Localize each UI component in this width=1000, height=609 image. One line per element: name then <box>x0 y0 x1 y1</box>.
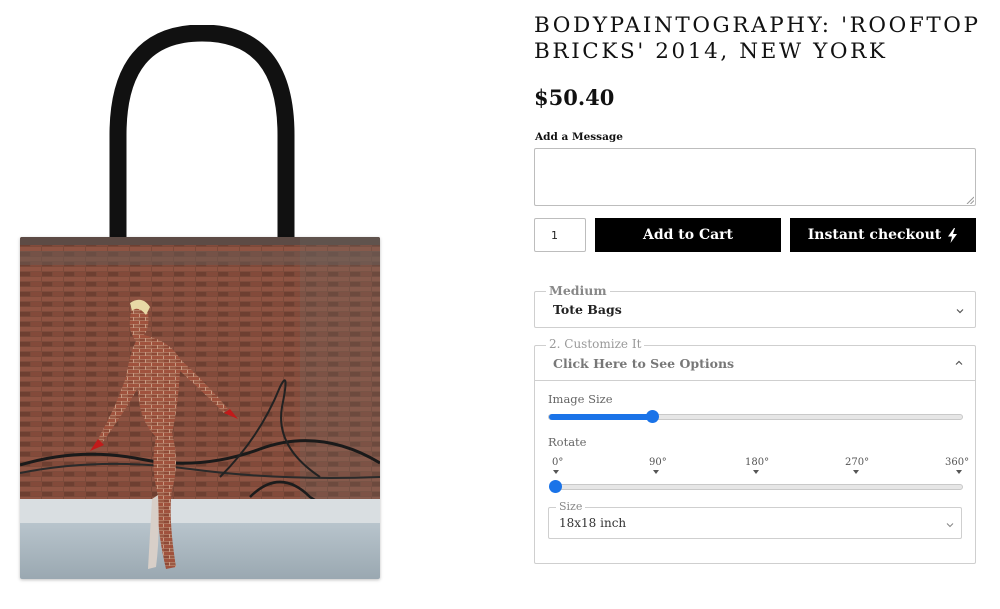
instant-checkout-button[interactable]: Instant checkout <box>790 218 976 252</box>
image-size-slider-thumb[interactable] <box>646 410 659 423</box>
image-size-slider-fill <box>549 414 655 420</box>
image-size-label: Image Size <box>548 392 613 406</box>
add-to-cart-button[interactable]: Add to Cart <box>595 218 781 252</box>
brick-wall-photo <box>20 237 380 579</box>
medium-select[interactable]: Medium Tote Bags <box>534 283 976 328</box>
product-title-line-2: BRICKS' 2014, NEW YORK <box>534 39 888 64</box>
product-image[interactable] <box>18 25 382 581</box>
rotate-caret-270 <box>853 470 859 474</box>
product-title-line-1: BODYPAINTOGRAPHY: 'ROOFTOP <box>534 13 981 38</box>
customize-header-label: Click Here to See Options <box>553 356 735 371</box>
rotate-label: Rotate <box>548 435 587 449</box>
rotate-tick-180: 180° <box>745 457 770 468</box>
chevron-down-icon <box>956 309 964 314</box>
rotate-slider-thumb[interactable] <box>549 480 562 493</box>
rotate-tick-360: 360° <box>945 457 970 468</box>
rotate-slider[interactable] <box>551 484 963 490</box>
lightning-bolt-icon <box>948 227 958 243</box>
rotate-tick-90: 90° <box>649 457 667 468</box>
size-selected-value: 18x18 inch <box>559 516 627 530</box>
medium-legend: Medium <box>546 283 610 298</box>
size-select[interactable]: Size 18x18 inch <box>548 500 962 539</box>
quantity-input[interactable] <box>534 218 586 252</box>
rotate-caret-0 <box>553 470 559 474</box>
tote-bag-print <box>20 237 380 579</box>
rotate-tick-0: 0° <box>552 457 564 468</box>
size-legend: Size <box>556 500 586 513</box>
product-price: $50.40 <box>534 85 615 110</box>
image-size-slider[interactable] <box>548 414 963 420</box>
message-input[interactable] <box>534 148 976 206</box>
customize-toggle[interactable]: Click Here to See Options <box>535 346 975 381</box>
product-title: BODYPAINTOGRAPHY: 'ROOFTOP BRICKS' 2014,… <box>534 13 984 65</box>
rotate-caret-90 <box>653 470 659 474</box>
medium-selected-value: Tote Bags <box>553 302 622 317</box>
add-to-cart-label: Add to Cart <box>642 227 734 243</box>
rotate-tick-270: 270° <box>845 457 870 468</box>
chevron-down-icon <box>946 523 954 528</box>
resize-grip-icon[interactable] <box>966 196 974 204</box>
message-label: Add a Message <box>535 131 623 143</box>
instant-checkout-label: Instant checkout <box>807 227 942 243</box>
rotate-caret-180 <box>753 470 759 474</box>
rotate-caret-360 <box>956 470 962 474</box>
chevron-up-icon <box>955 360 963 365</box>
bag-handle <box>109 25 295 265</box>
